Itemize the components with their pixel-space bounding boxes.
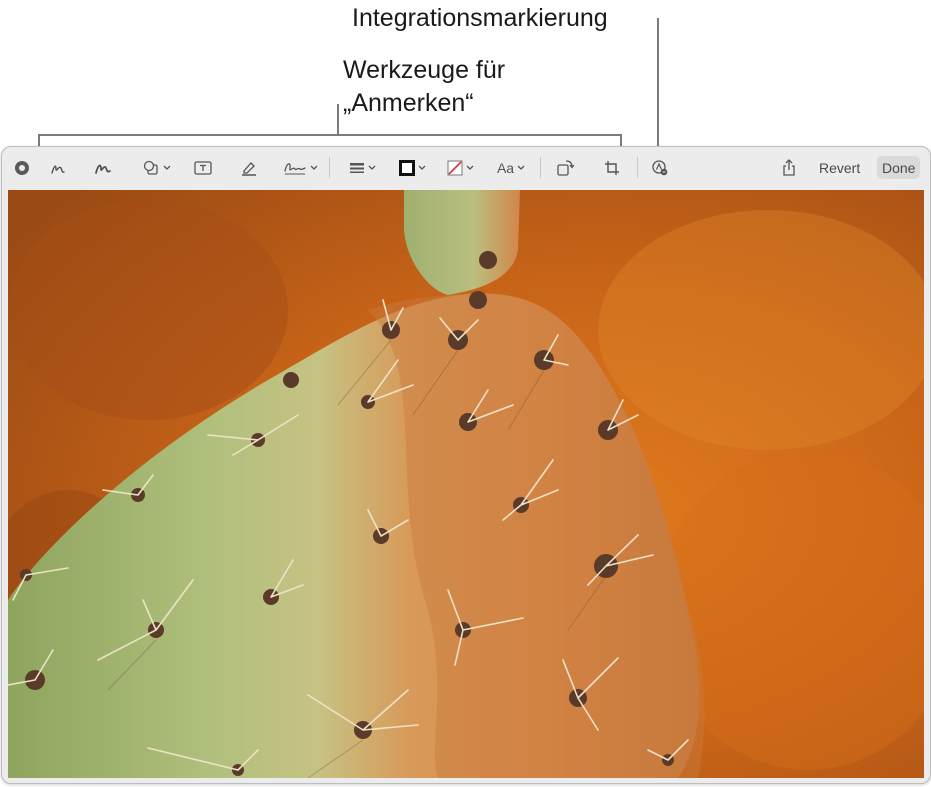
markup-tools-callout-line2: „Anmerken“ (343, 88, 474, 117)
share-button[interactable] (778, 157, 800, 179)
tools-bracket-top (38, 134, 622, 136)
share-icon (783, 159, 795, 176)
toolbar-separator (540, 157, 541, 178)
chevron-down-icon (466, 165, 473, 170)
rotate-icon (557, 160, 574, 176)
markup-extension-button[interactable] (648, 157, 672, 179)
chevron-down-icon (368, 165, 375, 170)
shapes-button[interactable] (138, 157, 174, 179)
toolbar-separator (329, 157, 330, 178)
markup-tools-callout-line1: Werkzeuge für (343, 56, 506, 84)
signature-icon (283, 163, 306, 175)
shapes-icon (143, 160, 158, 175)
border-color-button[interactable] (394, 157, 430, 179)
markup-extension-icon (652, 160, 668, 176)
fill-color-icon (447, 160, 462, 176)
chevron-down-icon (517, 165, 525, 170)
fill-color-button[interactable] (442, 157, 478, 179)
chevron-down-icon (310, 165, 317, 170)
chevron-down-icon (418, 165, 425, 170)
toolbar-separator (637, 157, 638, 178)
markup-window: Aa Revert Done (1, 146, 931, 784)
record-icon (15, 161, 29, 175)
revert-button[interactable]: Revert (814, 156, 865, 179)
integration-markup-callout-label: Integrationsmarkierung (352, 4, 608, 32)
integration-callout-line (657, 18, 659, 158)
tools-bracket-stem (337, 104, 339, 135)
highlight-icon (242, 162, 256, 176)
crop-button[interactable] (600, 157, 624, 179)
line-style-button[interactable] (344, 157, 380, 179)
markup-tools-callout-label: Werkzeuge für „Anmerken“ (343, 54, 505, 119)
rotate-button[interactable] (553, 157, 577, 179)
image-canvas[interactable] (8, 190, 924, 778)
sketch-icon (51, 165, 65, 174)
sketch-button[interactable] (46, 157, 72, 179)
draw-icon (95, 164, 111, 174)
text-box-icon (194, 161, 212, 175)
crop-icon (605, 161, 619, 175)
text-style-button[interactable]: Aa (492, 157, 530, 179)
chevron-down-icon (163, 165, 170, 170)
highlight-button[interactable] (236, 157, 262, 179)
record-button[interactable] (12, 157, 32, 179)
markup-toolbar: Aa Revert Done (2, 147, 930, 189)
sign-button[interactable] (280, 157, 320, 179)
text-style-icon: Aa (496, 160, 515, 176)
text-box-button[interactable] (190, 157, 216, 179)
cactus-photo (8, 190, 924, 778)
border-color-icon (398, 160, 415, 176)
line-style-icon (349, 163, 364, 173)
done-button[interactable]: Done (877, 156, 921, 179)
draw-button[interactable] (90, 157, 116, 179)
